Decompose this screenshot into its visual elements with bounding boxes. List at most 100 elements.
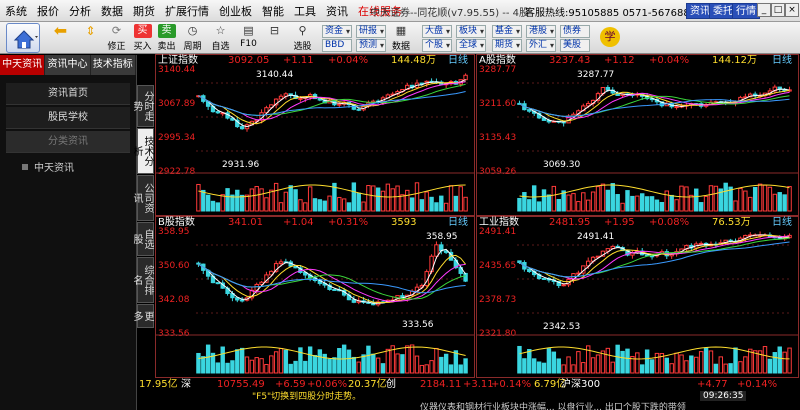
candle-body bbox=[674, 106, 679, 109]
back-button[interactable]: ⬅ bbox=[48, 23, 73, 53]
chart-panel-b-share-index[interactable]: B股指数 341.01 +1.04 +0.31% 3593 日线 358.95 350.60 3… bbox=[155, 216, 475, 378]
menu-tools[interactable]: 工具 bbox=[289, 3, 321, 19]
capital-dropdown[interactable]: 资金 bbox=[322, 25, 352, 38]
menu-gem[interactable]: 创业板 bbox=[214, 3, 257, 19]
sidebar-item-investor-school[interactable]: 股民学校 bbox=[6, 107, 130, 129]
volume-bar bbox=[551, 351, 557, 374]
moving-average-line bbox=[519, 234, 790, 285]
tab-market[interactable]: 行情 bbox=[732, 3, 760, 19]
stock-picker-button[interactable]: ⚲ 选股 bbox=[290, 23, 315, 53]
vtab-more[interactable]: 更多 bbox=[131, 304, 154, 328]
volume-bar bbox=[782, 194, 787, 212]
menu-data[interactable]: 数据 bbox=[96, 3, 128, 19]
menu-extended-quote[interactable]: 扩展行情 bbox=[160, 3, 214, 19]
buy-button[interactable]: 买 买入 bbox=[130, 23, 155, 53]
chart-panel-sh-index[interactable]: 上证指数 3092.05 +1.11 +0.04% 144.48万 日线 3140.44 30… bbox=[155, 54, 475, 216]
research-dropdown[interactable]: 研报 bbox=[356, 25, 386, 38]
menu-quote[interactable]: 报价 bbox=[32, 3, 64, 19]
volume-bar bbox=[395, 353, 400, 374]
bbd-button[interactable]: BBD bbox=[322, 39, 352, 52]
volume-bar bbox=[674, 352, 679, 374]
chart-panel-a-share-index[interactable]: A股指数 3237.43 +1.12 +0.04% 144.12万 日线 3287.77 32… bbox=[476, 54, 799, 216]
vertical-tabs: 分时走势 技术分析 公司资讯 自选股 综合排名 更多 bbox=[131, 85, 154, 355]
vtab-ranking[interactable]: 综合排名 bbox=[131, 257, 154, 303]
sector-dropdown[interactable]: 板块 bbox=[456, 25, 486, 38]
volume-bar bbox=[728, 363, 733, 374]
volume-bar bbox=[635, 352, 640, 374]
menu-smart[interactable]: 智能 bbox=[257, 3, 289, 19]
arrow-left-icon: ⬅ bbox=[53, 21, 68, 40]
volume-bar bbox=[718, 356, 724, 374]
volume-bar bbox=[414, 182, 420, 212]
sidebar-tree-item[interactable]: 中天资讯 bbox=[22, 159, 136, 174]
tab-zhongtian-news[interactable]: 中天资讯 bbox=[0, 55, 46, 75]
volume-bar bbox=[312, 198, 318, 212]
volume-bar bbox=[762, 346, 768, 374]
close-button[interactable]: × bbox=[785, 3, 799, 17]
tab-news-center[interactable]: 资讯中心 bbox=[45, 55, 91, 75]
sidebar-item-category-news[interactable]: 分类资讯 bbox=[6, 131, 130, 153]
data-button[interactable]: ▦ 数据 bbox=[390, 23, 412, 53]
volume-bar bbox=[664, 190, 669, 212]
vtab-intraday[interactable]: 分时走势 bbox=[131, 85, 154, 127]
index-status-bar: 17.95亿 深 10755.49 +6.59 +0.06% 20.37亿 创 … bbox=[137, 378, 800, 391]
volume-bar bbox=[581, 362, 586, 374]
clock: 09:26:35 bbox=[700, 391, 747, 401]
forecast-dropdown[interactable]: 预测 bbox=[356, 39, 386, 52]
menu-news[interactable]: 资讯 bbox=[321, 3, 353, 19]
news-ticker[interactable]: 仪器仪表和钢材行业板块中涨幅... 以盘行业... 出口个股下跌的带领 bbox=[420, 400, 686, 410]
home-button[interactable] bbox=[6, 23, 40, 53]
vtab-technical[interactable]: 技术分析 bbox=[131, 128, 154, 174]
volume-bar bbox=[298, 199, 303, 212]
volume-bar bbox=[293, 189, 298, 212]
vtab-watchlist[interactable]: 自选股 bbox=[131, 222, 154, 256]
maximize-button[interactable]: □ bbox=[771, 3, 785, 17]
menu-system[interactable]: 系统 bbox=[0, 3, 32, 19]
bond-button[interactable]: 债券 bbox=[560, 25, 590, 38]
forex-dropdown[interactable]: 外汇 bbox=[526, 39, 556, 52]
volume-bar bbox=[684, 360, 689, 374]
volume-bar bbox=[337, 196, 342, 212]
volume-bar bbox=[235, 189, 240, 212]
sz-name: 深 bbox=[181, 379, 191, 390]
fund-dropdown[interactable]: 基金 bbox=[492, 25, 522, 38]
volume-bar bbox=[448, 364, 454, 374]
period-button[interactable]: ◷ 周期 bbox=[180, 23, 205, 53]
market-dropdown[interactable]: 大盘 bbox=[422, 25, 452, 38]
up-down-button[interactable]: ⇕ bbox=[78, 23, 103, 53]
volume-bar bbox=[630, 195, 635, 212]
tab-tech-indicators[interactable]: 技术指标 bbox=[90, 55, 136, 75]
hk-dropdown[interactable]: 港股 bbox=[526, 25, 556, 38]
volume-bar bbox=[380, 363, 386, 374]
f10-button[interactable]: ▤ F10 bbox=[236, 23, 261, 53]
learn-button[interactable]: 学 bbox=[598, 23, 622, 53]
candle-body bbox=[215, 282, 221, 285]
volume-bar bbox=[777, 346, 782, 374]
candle-body bbox=[356, 108, 361, 111]
vtab-company-news[interactable]: 公司资讯 bbox=[131, 175, 154, 221]
menu-analysis[interactable]: 分析 bbox=[64, 3, 96, 19]
volume-bar bbox=[351, 182, 357, 212]
menu-futures[interactable]: 期货 bbox=[128, 3, 160, 19]
sell-button[interactable]: 卖 卖出 bbox=[154, 23, 179, 53]
volume-bar bbox=[361, 201, 366, 212]
tree-node-icon bbox=[22, 163, 28, 170]
stock-dropdown[interactable]: 个股 bbox=[422, 39, 452, 52]
watchlist-button[interactable]: ☆ 自选股 bbox=[208, 23, 233, 65]
volume-bar bbox=[600, 183, 606, 212]
futures-dropdown[interactable]: 期货 bbox=[492, 39, 522, 52]
moving-average-line bbox=[519, 237, 790, 278]
volume-bar bbox=[230, 194, 235, 212]
minimize-button[interactable]: _ bbox=[757, 3, 771, 17]
volume-bar bbox=[595, 354, 601, 374]
global-dropdown[interactable]: 全球 bbox=[456, 39, 486, 52]
sidebar-item-news-home[interactable]: 资讯首页 bbox=[6, 83, 130, 105]
scan-button[interactable]: ⊟ bbox=[262, 23, 287, 53]
us-stock-button[interactable]: 美股 bbox=[560, 39, 590, 52]
volume-bar bbox=[615, 344, 620, 374]
modify-button[interactable]: ⟳ 修正 bbox=[104, 23, 129, 53]
volume-bar bbox=[293, 360, 298, 374]
volume-bar bbox=[332, 357, 337, 374]
chart-panel-industrial-index[interactable]: 工业指数 2481.95 +1.95 +0.08% 76.53万 日线 2491.41 243… bbox=[476, 216, 799, 378]
volume-bar bbox=[566, 356, 571, 374]
